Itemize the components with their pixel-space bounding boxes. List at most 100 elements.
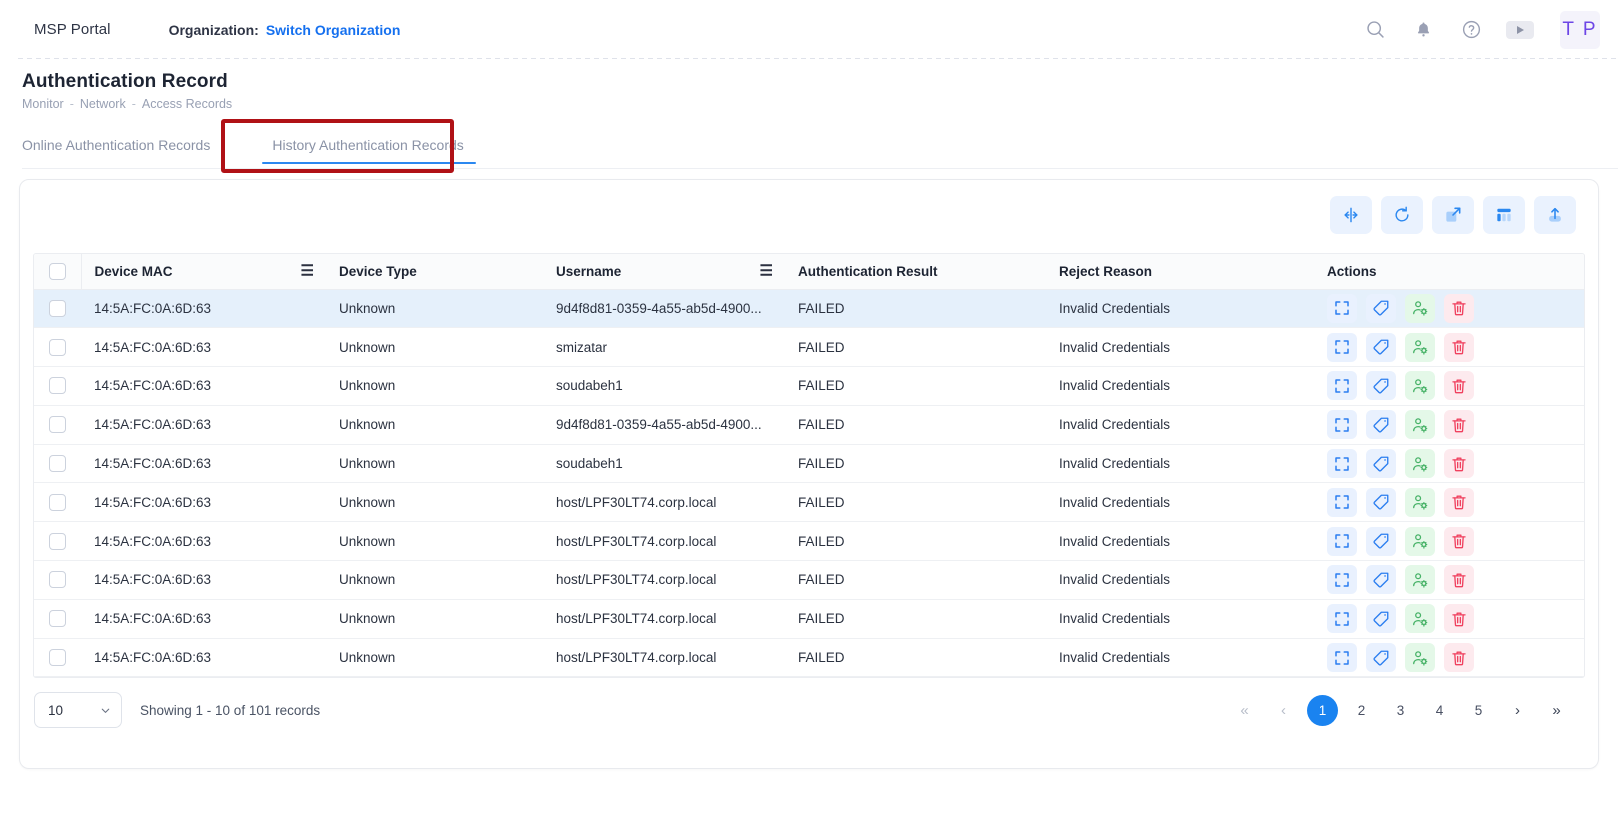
tag-icon[interactable] <box>1366 371 1396 401</box>
table-row[interactable]: 14:5A:FC:0A:6D:63 Unknown 9d4f8d81-0359-4a… <box>34 405 1584 445</box>
table-row[interactable]: 14:5A:FC:0A:6D:63 Unknown host/LPF30LT74.c… <box>34 521 1584 562</box>
details-icon[interactable] <box>1327 643 1357 673</box>
details-icon[interactable] <box>1327 487 1357 517</box>
column-header-device-mac[interactable]: Device MAC ☰ <box>81 254 326 290</box>
table-row[interactable]: 14:5A:FC:0A:6D:63 Unknown soudabeh1 FAILED I… <box>34 366 1584 406</box>
tag-icon[interactable] <box>1366 449 1396 479</box>
row-checkbox[interactable] <box>49 571 66 589</box>
pagination-page-5[interactable]: 5 <box>1463 695 1494 726</box>
refresh-icon[interactable] <box>1381 196 1423 234</box>
row-action-group <box>1327 643 1584 673</box>
row-checkbox[interactable] <box>49 299 66 317</box>
tag-icon[interactable] <box>1366 604 1396 634</box>
user-settings-icon[interactable] <box>1405 487 1435 517</box>
row-checkbox[interactable] <box>49 493 66 511</box>
column-header-reject-reason[interactable]: Reject Reason <box>1046 254 1314 290</box>
user-settings-icon[interactable] <box>1405 604 1435 634</box>
delete-icon[interactable] <box>1444 371 1474 401</box>
user-settings-icon[interactable] <box>1405 565 1435 595</box>
row-action-group <box>1327 449 1584 479</box>
pagination-prev[interactable]: ‹ <box>1268 695 1299 726</box>
expand-icon[interactable] <box>1432 196 1474 234</box>
user-settings-icon[interactable] <box>1405 643 1435 673</box>
tag-icon[interactable] <box>1366 293 1396 323</box>
details-icon[interactable] <box>1327 449 1357 479</box>
user-settings-icon[interactable] <box>1405 410 1435 440</box>
row-checkbox[interactable] <box>49 377 66 395</box>
delete-icon[interactable] <box>1444 565 1474 595</box>
user-settings-icon[interactable] <box>1405 449 1435 479</box>
search-icon[interactable] <box>1362 17 1388 43</box>
table-row[interactable]: 14:5A:FC:0A:6D:63 Unknown host/LPF30LT74.c… <box>34 560 1584 600</box>
details-icon[interactable] <box>1327 293 1357 323</box>
table-row[interactable]: 14:5A:FC:0A:6D:63 Unknown smizatar FAILED In… <box>34 327 1584 368</box>
row-checkbox[interactable] <box>49 649 66 667</box>
delete-icon[interactable] <box>1444 526 1474 556</box>
delete-icon[interactable] <box>1444 449 1474 479</box>
breadcrumb-item-monitor[interactable]: Monitor <box>22 97 64 111</box>
help-icon[interactable] <box>1458 17 1484 43</box>
columns-icon[interactable] <box>1483 196 1525 234</box>
export-icon[interactable] <box>1534 196 1576 234</box>
tag-icon[interactable] <box>1366 526 1396 556</box>
column-header-username[interactable]: Username ☰ <box>543 254 785 290</box>
select-all-checkbox[interactable] <box>48 262 66 280</box>
column-menu-icon[interactable]: ☰ <box>301 264 314 279</box>
bell-icon[interactable] <box>1410 17 1436 43</box>
avatar[interactable]: T P <box>1560 10 1600 49</box>
switch-organization-link[interactable]: Switch Organization <box>266 22 401 38</box>
details-icon[interactable] <box>1327 371 1357 401</box>
column-header-authentication-result[interactable]: Authentication Result <box>785 254 1046 290</box>
details-icon[interactable] <box>1327 565 1357 595</box>
tag-icon[interactable] <box>1366 565 1396 595</box>
tab-label: History Authentication Records <box>272 137 464 153</box>
cell-device-type: Unknown <box>326 638 543 678</box>
table-row[interactable]: 14:5A:FC:0A:6D:63 Unknown soudabeh1 FAILED I… <box>34 444 1584 484</box>
delete-icon[interactable] <box>1444 487 1474 517</box>
details-icon[interactable] <box>1327 526 1357 556</box>
delete-icon[interactable] <box>1444 293 1474 323</box>
tag-icon[interactable] <box>1366 643 1396 673</box>
play-icon[interactable] <box>1506 20 1534 39</box>
details-icon[interactable] <box>1327 332 1357 362</box>
cell-device-type: Unknown <box>326 599 543 639</box>
details-icon[interactable] <box>1327 410 1357 440</box>
delete-icon[interactable] <box>1444 643 1474 673</box>
pagination-page-4[interactable]: 4 <box>1424 695 1455 726</box>
tab-online-authentication-records[interactable]: Online Authentication Records <box>22 121 234 169</box>
tab-label: Online Authentication Records <box>22 137 211 153</box>
delete-icon[interactable] <box>1444 332 1474 362</box>
page-size-select[interactable]: 10 <box>34 692 122 729</box>
pagination-page-2[interactable]: 2 <box>1346 695 1377 726</box>
tag-icon[interactable] <box>1366 332 1396 362</box>
details-icon[interactable] <box>1327 604 1357 634</box>
table-row[interactable]: 14:5A:FC:0A:6D:63 Unknown 9d4f8d81-0359-4a… <box>34 289 1584 329</box>
pagination-page-3[interactable]: 3 <box>1385 695 1416 726</box>
user-settings-icon[interactable] <box>1405 526 1435 556</box>
row-checkbox[interactable] <box>49 416 66 434</box>
tab-history-authentication-records[interactable]: History Authentication Records <box>250 121 485 169</box>
tag-icon[interactable] <box>1366 410 1396 440</box>
row-checkbox[interactable] <box>49 532 66 550</box>
user-settings-icon[interactable] <box>1405 293 1435 323</box>
column-header-device-type[interactable]: Device Type <box>326 254 543 290</box>
row-checkbox[interactable] <box>49 455 66 473</box>
user-settings-icon[interactable] <box>1405 332 1435 362</box>
row-checkbox[interactable] <box>49 338 66 356</box>
delete-icon[interactable] <box>1444 410 1474 440</box>
tag-icon[interactable] <box>1366 487 1396 517</box>
user-settings-icon[interactable] <box>1405 371 1435 401</box>
pagination-first[interactable]: « <box>1229 695 1260 726</box>
pagination-page-1[interactable]: 1 <box>1307 694 1338 726</box>
table-row[interactable]: 14:5A:FC:0A:6D:63 Unknown host/LPF30LT74.c… <box>34 482 1584 523</box>
pagination-next[interactable]: › <box>1502 695 1533 726</box>
column-menu-icon[interactable]: ☰ <box>760 264 773 279</box>
breadcrumb-item-access-records[interactable]: Access Records <box>142 97 232 111</box>
row-checkbox[interactable] <box>49 610 66 628</box>
pagination-last[interactable]: » <box>1541 695 1572 726</box>
fit-columns-icon[interactable] <box>1330 196 1372 234</box>
table-row[interactable]: 14:5A:FC:0A:6D:63 Unknown host/LPF30LT74.c… <box>34 638 1584 678</box>
breadcrumb-item-network[interactable]: Network <box>80 97 126 111</box>
delete-icon[interactable] <box>1444 604 1474 634</box>
table-row[interactable]: 14:5A:FC:0A:6D:63 Unknown host/LPF30LT74.c… <box>34 599 1584 639</box>
